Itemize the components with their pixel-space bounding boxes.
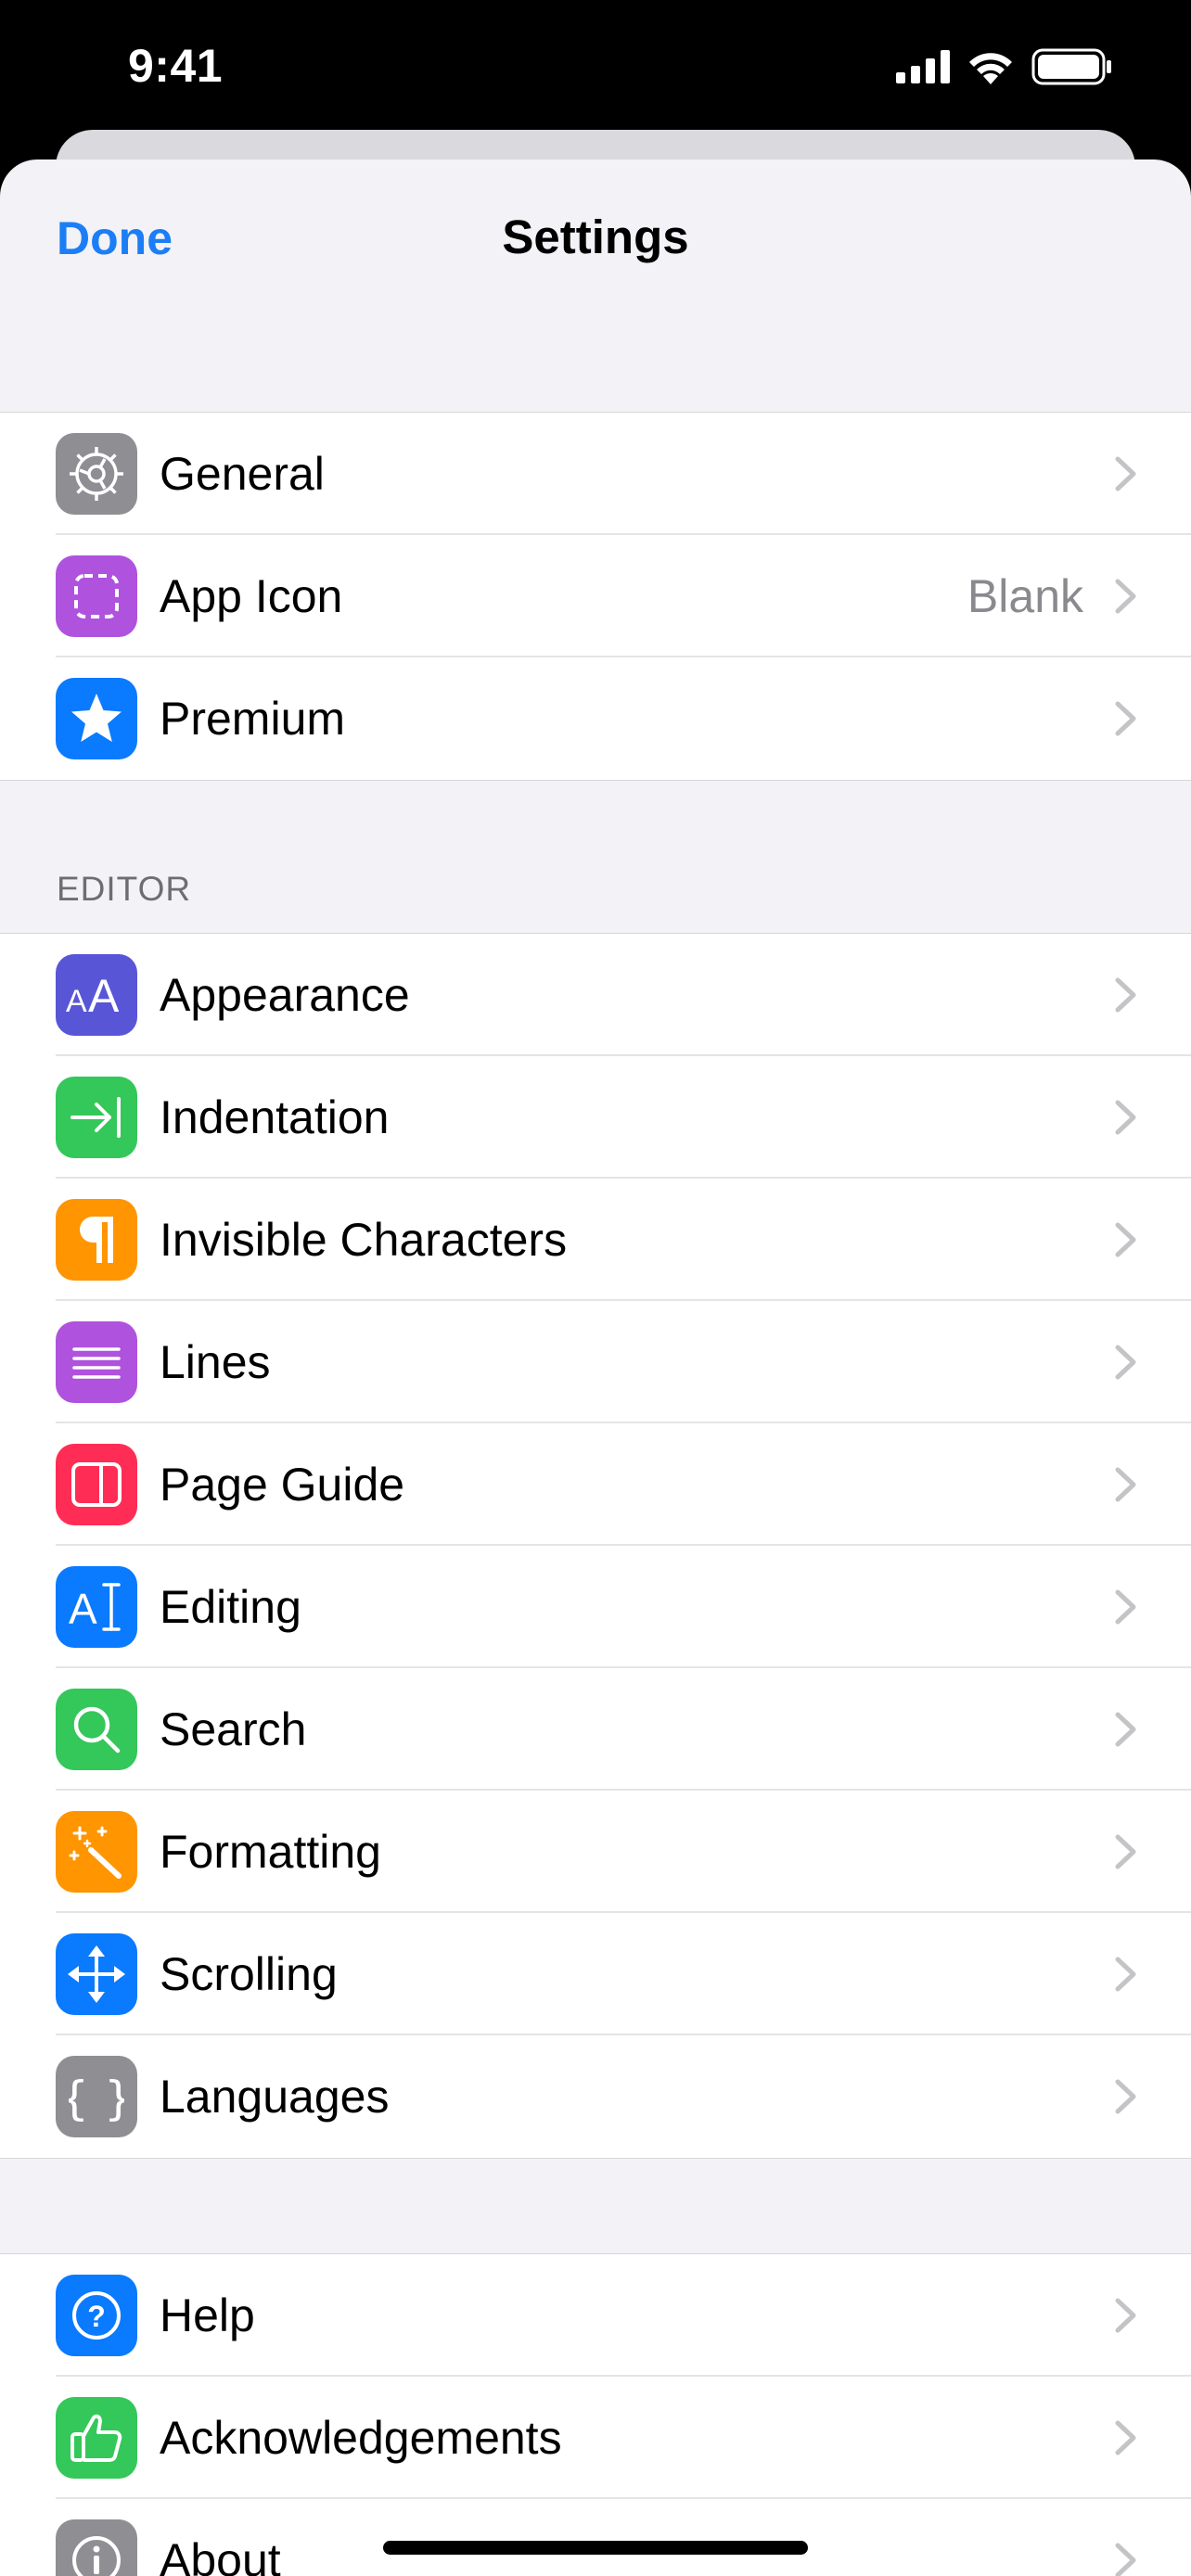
settings-row-languages[interactable]: { } Languages [0, 2035, 1191, 2158]
chevron-right-icon [1115, 1100, 1136, 1135]
svg-text:A: A [69, 1585, 97, 1633]
home-indicator[interactable] [383, 2541, 808, 2555]
magnifying-glass-icon [56, 1689, 137, 1770]
svg-text:A: A [88, 970, 120, 1022]
settings-row-label: Editing [160, 1581, 301, 1633]
pilcrow-icon [56, 1199, 137, 1281]
navigation-bar: Done Settings [0, 159, 1191, 317]
battery-icon [1031, 48, 1111, 85]
question-circle-icon: ? [56, 2275, 137, 2356]
settings-sheet: Done Settings General App Icon Blank Pre… [0, 159, 1191, 2576]
info-circle-icon [56, 2519, 137, 2576]
gear-icon [56, 433, 137, 515]
settings-row-editing[interactable]: A Editing [0, 1546, 1191, 1668]
chevron-right-icon [1115, 579, 1136, 614]
settings-row-label: About [160, 2534, 281, 2576]
chevron-right-icon [1115, 1589, 1136, 1625]
settings-group-about: ? Help Acknowledgements About [0, 2253, 1191, 2576]
chevron-right-icon [1115, 977, 1136, 1013]
text-size-icon: AA [56, 954, 137, 1036]
settings-row-label: Help [160, 2289, 255, 2341]
status-time: 9:41 [128, 40, 224, 92]
settings-row-formatting[interactable]: Formatting [0, 1791, 1191, 1913]
chevron-right-icon [1115, 2079, 1136, 2114]
chevron-right-icon [1115, 1222, 1136, 1257]
move-arrows-icon [56, 1933, 137, 2015]
settings-row-indentation[interactable]: Indentation [0, 1056, 1191, 1179]
settings-row-acknowledgements[interactable]: Acknowledgements [0, 2377, 1191, 2499]
page-title: Settings [502, 210, 689, 263]
settings-row-appearance[interactable]: AA Appearance [0, 934, 1191, 1056]
star-icon [56, 678, 137, 759]
settings-row-about[interactable]: About [0, 2499, 1191, 2576]
chevron-right-icon [1115, 2420, 1136, 2455]
settings-row-label: Invisible Characters [160, 1214, 568, 1266]
settings-row-lines[interactable]: Lines [0, 1301, 1191, 1423]
svg-text:{ }: { } [69, 2072, 124, 2125]
settings-row-label: App Icon [160, 570, 343, 622]
settings-row-page-guide[interactable]: Page Guide [0, 1423, 1191, 1546]
settings-group-editor: AA Appearance Indentation Invisible Char… [0, 933, 1191, 2159]
settings-row-label: Indentation [160, 1091, 390, 1143]
text-cursor-icon: A [56, 1566, 137, 1648]
settings-row-label: Formatting [160, 1826, 381, 1878]
chevron-right-icon [1115, 1834, 1136, 1869]
settings-row-label: Premium [160, 693, 346, 745]
arrow-to-line-icon [56, 1077, 137, 1158]
thumbs-up-icon [56, 2397, 137, 2479]
settings-row-help[interactable]: ? Help [0, 2254, 1191, 2377]
lines-icon [56, 1321, 137, 1403]
chevron-right-icon [1115, 1957, 1136, 1992]
settings-row-invisible-characters[interactable]: Invisible Characters [0, 1179, 1191, 1301]
dashed-square-icon [56, 555, 137, 637]
chevron-right-icon [1115, 456, 1136, 491]
cellular-signal-icon [896, 50, 950, 83]
section-header-editor: EDITOR [57, 870, 192, 908]
settings-row-premium[interactable]: Premium [0, 657, 1191, 780]
status-icons [896, 48, 1113, 85]
app-icon-value: Blank [967, 570, 1083, 622]
chevron-right-icon [1115, 1345, 1136, 1380]
settings-row-label: Acknowledgements [160, 2412, 562, 2464]
settings-row-scrolling[interactable]: Scrolling [0, 1913, 1191, 2035]
chevron-right-icon [1115, 1467, 1136, 1502]
chevron-right-icon [1115, 1712, 1136, 1747]
settings-row-label: General [160, 448, 325, 500]
svg-text:?: ? [87, 2300, 106, 2333]
settings-row-app-icon[interactable]: App Icon Blank [0, 535, 1191, 657]
settings-row-general[interactable]: General [0, 413, 1191, 535]
settings-group-general: General App Icon Blank Premium [0, 412, 1191, 781]
settings-row-label: Lines [160, 1336, 271, 1388]
wifi-icon [969, 53, 1012, 84]
settings-row-label: Scrolling [160, 1948, 338, 2000]
settings-row-label: Search [160, 1703, 307, 1755]
page-guide-icon [56, 1444, 137, 1525]
status-bar: 9:41 [0, 0, 1191, 130]
chevron-right-icon [1115, 701, 1136, 736]
settings-row-label: Appearance [160, 969, 410, 1021]
magic-wand-icon [56, 1811, 137, 1893]
settings-row-label: Languages [160, 2071, 390, 2123]
curly-braces-icon: { } [56, 2056, 137, 2137]
settings-row-label: Page Guide [160, 1459, 405, 1511]
chevron-right-icon [1115, 2543, 1136, 2576]
chevron-right-icon [1115, 2298, 1136, 2333]
svg-text:A: A [66, 984, 87, 1019]
settings-row-search[interactable]: Search [0, 1668, 1191, 1791]
